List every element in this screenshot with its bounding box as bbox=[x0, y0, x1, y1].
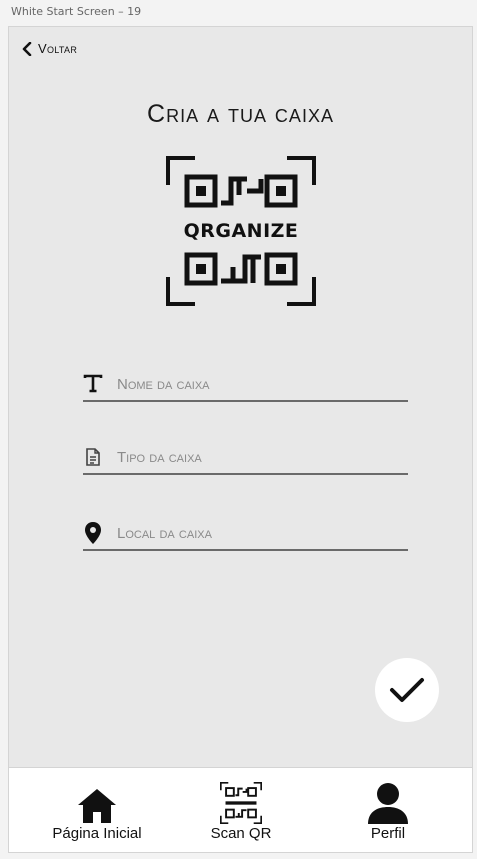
artboard-label: White Start Screen – 19 bbox=[11, 5, 142, 18]
box-name-input[interactable] bbox=[117, 375, 397, 393]
chevron-left-icon bbox=[22, 41, 32, 56]
back-label: Voltar bbox=[38, 41, 78, 56]
nav-label-profile: Perfil bbox=[370, 825, 406, 842]
box-location-input[interactable] bbox=[117, 524, 397, 542]
home-icon bbox=[77, 780, 117, 824]
location-pin-icon bbox=[83, 521, 107, 545]
box-type-field[interactable] bbox=[83, 441, 408, 475]
back-button[interactable]: Voltar bbox=[21, 41, 77, 56]
box-name-field[interactable] bbox=[83, 368, 408, 402]
text-icon bbox=[83, 372, 107, 396]
user-icon bbox=[367, 780, 409, 824]
checkmark-icon bbox=[390, 678, 424, 702]
nav-item-home[interactable]: Página Inicial bbox=[37, 780, 157, 842]
document-icon bbox=[83, 445, 107, 469]
page-title: Cria a tua caixa bbox=[147, 100, 334, 128]
bottom-navigation: Página Inicial Scan QR Perfil bbox=[9, 767, 472, 852]
qr-logo-icon bbox=[220, 780, 262, 824]
nav-item-profile[interactable]: Perfil bbox=[328, 780, 448, 842]
logo-text: QRGANIZE bbox=[184, 220, 299, 242]
qrganize-logo: QRGANIZE bbox=[166, 156, 316, 306]
confirm-button[interactable] bbox=[375, 658, 439, 722]
app-screen: Voltar Cria a tua caixa QRGANIZE Nome da… bbox=[8, 26, 473, 853]
nav-label-home: Página Inicial bbox=[52, 825, 142, 842]
box-location-field[interactable] bbox=[83, 517, 408, 551]
box-type-input[interactable] bbox=[117, 448, 397, 466]
nav-item-scan-qr[interactable]: Scan QR bbox=[181, 780, 301, 842]
nav-label-scan-qr: Scan QR bbox=[210, 825, 272, 842]
